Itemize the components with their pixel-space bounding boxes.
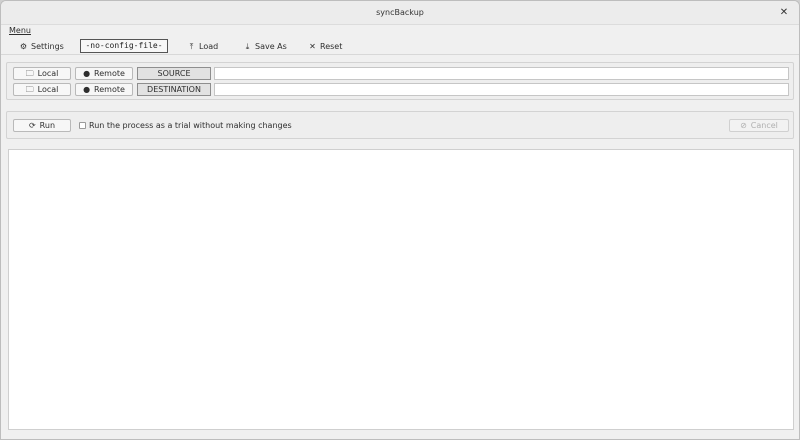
destination-remote-label: Remote bbox=[94, 85, 125, 94]
globe-icon: ● bbox=[83, 85, 91, 94]
upload-icon: ⤒ bbox=[189, 42, 194, 51]
trial-run-checkbox[interactable] bbox=[79, 122, 86, 129]
output-log-area[interactable] bbox=[8, 149, 794, 430]
config-file-label: -no-config-file- bbox=[80, 39, 168, 53]
source-local-label: Local bbox=[37, 69, 59, 78]
run-button[interactable]: ⟳ Run bbox=[13, 119, 71, 132]
source-local-button[interactable]: 🗀 Local bbox=[13, 67, 71, 80]
close-icon: ✕ bbox=[309, 42, 316, 51]
destination-remote-button[interactable]: ● Remote bbox=[75, 83, 133, 96]
run-label: Run bbox=[39, 121, 56, 130]
save-as-label: Save As bbox=[255, 42, 287, 51]
globe-icon: ● bbox=[83, 69, 91, 78]
menu-bar: Menu bbox=[1, 25, 799, 37]
title-bar: syncBackup ✕ bbox=[1, 1, 799, 25]
close-icon: ✕ bbox=[779, 7, 789, 18]
cancel-icon: ⊘ bbox=[740, 121, 747, 130]
toolbar: ⚙ Settings -no-config-file- ⤒ Load ⤓ Save A… bbox=[1, 37, 799, 55]
window-title: syncBackup bbox=[376, 8, 424, 17]
source-remote-label: Remote bbox=[94, 69, 125, 78]
cancel-button[interactable]: ⊘ Cancel bbox=[729, 119, 789, 132]
app-window: syncBackup ✕ Menu ⚙ Settings -no-config-f… bbox=[0, 0, 800, 440]
cancel-label: Cancel bbox=[750, 121, 778, 130]
close-window-button[interactable]: ✕ bbox=[777, 6, 791, 20]
save-as-button[interactable]: ⤓ Save As bbox=[243, 40, 287, 54]
menu-button[interactable]: Menu bbox=[9, 26, 31, 35]
folder-icon: 🗀 bbox=[25, 69, 34, 78]
destination-path-input[interactable] bbox=[214, 83, 789, 96]
source-path-input[interactable] bbox=[214, 67, 789, 80]
source-remote-button[interactable]: ● Remote bbox=[75, 67, 133, 80]
destination-local-button[interactable]: 🗀 Local bbox=[13, 83, 71, 96]
reset-label: Reset bbox=[320, 42, 343, 51]
reset-button[interactable]: ✕ Reset bbox=[308, 40, 342, 54]
destination-local-label: Local bbox=[37, 85, 59, 94]
gear-icon: ⚙ bbox=[19, 42, 28, 51]
settings-label: Settings bbox=[31, 42, 64, 51]
folder-icon: 🗀 bbox=[25, 85, 34, 94]
load-label: Load bbox=[199, 42, 219, 51]
source-tag-button[interactable]: SOURCE bbox=[137, 67, 211, 80]
settings-button[interactable]: ⚙ Settings bbox=[19, 40, 64, 54]
paths-panel: 🗀 Local ● Remote SOURCE 🗀 Local ● Remote DES… bbox=[6, 62, 794, 100]
run-panel: ⟳ Run Run the process as a trial without … bbox=[6, 111, 794, 139]
trial-run-label: Run the process as a trial without makin… bbox=[89, 121, 292, 130]
destination-tag-button[interactable]: DESTINATION bbox=[137, 83, 211, 96]
load-button[interactable]: ⤒ Load bbox=[187, 40, 218, 54]
refresh-icon: ⟳ bbox=[28, 121, 36, 130]
download-icon: ⤓ bbox=[245, 42, 250, 51]
